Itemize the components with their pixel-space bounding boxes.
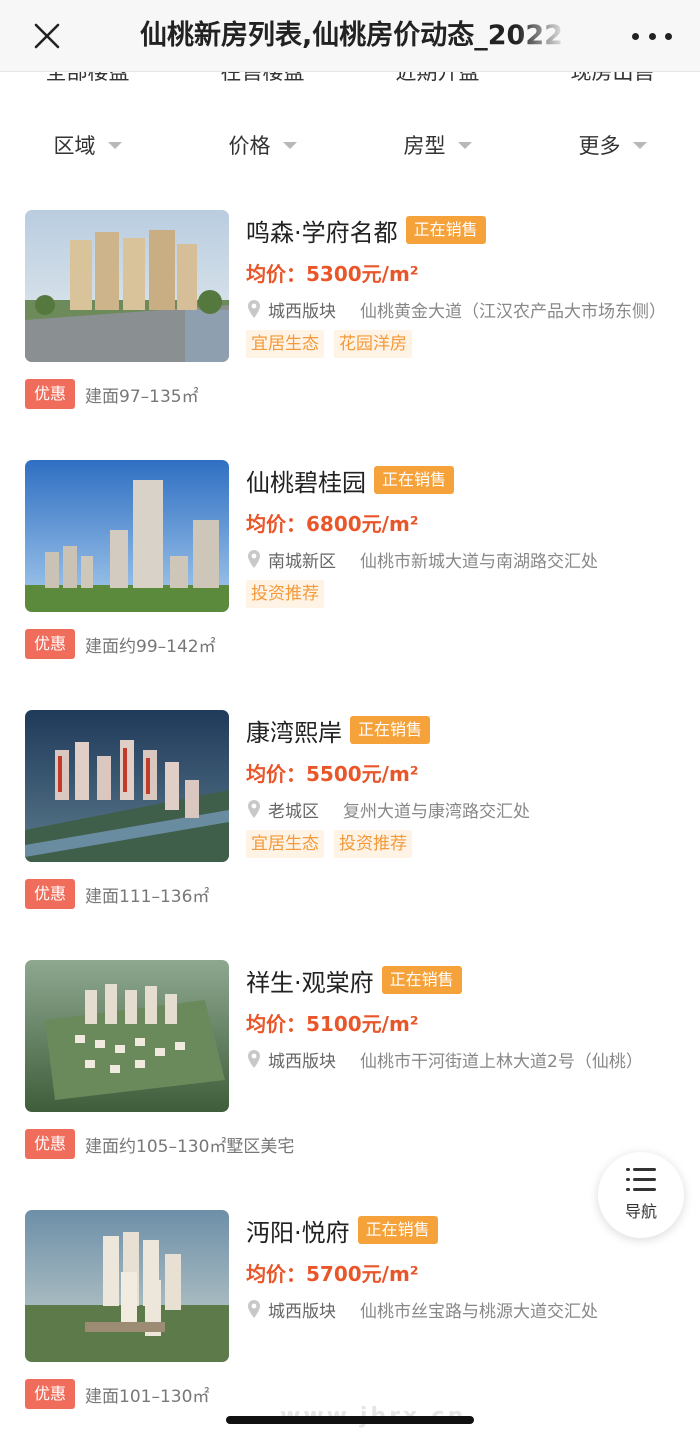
close-icon[interactable] bbox=[22, 14, 72, 58]
listing-area: 老城区 bbox=[268, 801, 319, 822]
location-pin-icon bbox=[248, 1300, 260, 1318]
promo-row: 优惠 建面97–135㎡ bbox=[25, 378, 199, 410]
listing-location: 城西版块 仙桃黄金大道（江汉农产品大市场东侧） bbox=[246, 296, 676, 322]
listing-area: 城西版块 bbox=[268, 301, 336, 322]
promo-badge: 优惠 bbox=[25, 1379, 76, 1409]
feature-tag: 投资推荐 bbox=[246, 580, 324, 608]
listing-tags: 宜居生态 投资推荐 bbox=[246, 830, 422, 858]
listing-name[interactable]: 鸣森·学府名都 bbox=[246, 213, 398, 248]
feature-tag: 投资推荐 bbox=[334, 830, 412, 858]
filter-label: 房型 bbox=[403, 134, 446, 158]
listing-address: 仙桃市干河街道上林大道2号（仙桃） bbox=[360, 1051, 643, 1072]
listing-price: 均价：5500元/m² bbox=[246, 762, 419, 786]
filter-label: 区域 bbox=[53, 134, 96, 158]
page-title: 仙桃新房列表,仙桃房价动态_2022 bbox=[140, 20, 563, 51]
location-pin-icon bbox=[248, 800, 260, 818]
status-badge: 正在销售 bbox=[357, 1216, 438, 1244]
listing-card[interactable]: 鸣森·学府名都 正在销售 均价：5300元/m² 城西版块 仙桃黄金大道（江汉农… bbox=[0, 210, 700, 460]
listing-tags: 投资推荐 bbox=[246, 580, 334, 608]
listing-price: 均价：5300元/m² bbox=[246, 262, 419, 286]
listing-address: 仙桃黄金大道（江汉农产品大市场东侧） bbox=[360, 301, 666, 322]
status-badge: 正在销售 bbox=[350, 716, 431, 744]
listing-location: 城西版块 仙桃市干河街道上林大道2号（仙桃） bbox=[246, 1046, 676, 1072]
status-badge: 正在销售 bbox=[405, 216, 486, 244]
filter-more[interactable]: 更多 bbox=[525, 120, 700, 170]
listing-image[interactable] bbox=[25, 460, 229, 612]
promo-row: 优惠 建面101–130㎡ bbox=[25, 1378, 209, 1410]
listing-card[interactable]: 仙桃碧桂园 正在销售 均价：6800元/m² 南城新区 仙桃市新城大道与南湖路交… bbox=[0, 460, 700, 710]
chevron-down-icon bbox=[457, 141, 472, 149]
listing-name[interactable]: 仙桃碧桂园 bbox=[246, 463, 366, 498]
promo-text: 建面101–130㎡ bbox=[85, 1386, 210, 1407]
listing-area: 城西版块 bbox=[268, 1301, 336, 1322]
more-icon[interactable] bbox=[632, 18, 672, 54]
feature-tag: 花园洋房 bbox=[334, 330, 412, 358]
promo-row: 优惠 建面约105–130㎡墅区美宅 bbox=[25, 1128, 294, 1160]
listing-image[interactable] bbox=[25, 210, 229, 362]
status-badge: 正在销售 bbox=[381, 966, 462, 994]
nav-button-label: 导航 bbox=[624, 1202, 657, 1221]
promo-text: 建面111–136㎡ bbox=[85, 886, 210, 907]
listing-image[interactable] bbox=[25, 960, 229, 1112]
listing-location: 老城区 复州大道与康湾路交汇处 bbox=[246, 796, 676, 822]
promo-text: 建面97–135㎡ bbox=[85, 386, 199, 407]
listing-location: 南城新区 仙桃市新城大道与南湖路交汇处 bbox=[246, 546, 676, 572]
feature-tag: 宜居生态 bbox=[246, 330, 324, 358]
promo-badge: 优惠 bbox=[25, 379, 76, 409]
listing-title-row: 仙桃碧桂园 正在销售 bbox=[246, 462, 455, 498]
listing-title-row: 沔阳·悦府 正在销售 bbox=[246, 1212, 438, 1248]
listing-price: 均价：6800元/m² bbox=[246, 512, 419, 536]
promo-row: 优惠 建面约99–142㎡ bbox=[25, 628, 216, 660]
promo-badge: 优惠 bbox=[25, 629, 76, 659]
listing-address: 仙桃市新城大道与南湖路交汇处 bbox=[360, 551, 598, 572]
listing-title-row: 鸣森·学府名都 正在销售 bbox=[246, 212, 486, 248]
listing-image[interactable] bbox=[25, 710, 229, 862]
home-indicator[interactable] bbox=[226, 1416, 474, 1424]
listing-card[interactable]: 康湾熙岸 正在销售 均价：5500元/m² 老城区 复州大道与康湾路交汇处 宜居… bbox=[0, 710, 700, 960]
promo-badge: 优惠 bbox=[25, 879, 76, 909]
listing-area: 城西版块 bbox=[268, 1051, 336, 1072]
status-badge: 正在销售 bbox=[374, 466, 455, 494]
promo-text: 建面约105–130㎡墅区美宅 bbox=[85, 1136, 295, 1157]
location-pin-icon bbox=[248, 1050, 260, 1068]
listing-image[interactable] bbox=[25, 1210, 229, 1362]
listing-title-row: 祥生·观棠府 正在销售 bbox=[246, 962, 462, 998]
listing-tags: 宜居生态 花园洋房 bbox=[246, 330, 422, 358]
listing-title-row: 康湾熙岸 正在销售 bbox=[246, 712, 431, 748]
listing-price: 均价：5700元/m² bbox=[246, 1262, 419, 1286]
chevron-down-icon bbox=[282, 141, 297, 149]
listing-location: 城西版块 仙桃市丝宝路与桃源大道交汇处 bbox=[246, 1296, 676, 1322]
location-pin-icon bbox=[248, 300, 260, 318]
feature-tag: 宜居生态 bbox=[246, 830, 324, 858]
location-pin-icon bbox=[248, 550, 260, 568]
filter-region[interactable]: 区域 bbox=[0, 120, 175, 170]
chevron-down-icon bbox=[107, 141, 122, 149]
listing-address: 仙桃市丝宝路与桃源大道交汇处 bbox=[360, 1301, 598, 1322]
listing-name[interactable]: 祥生·观棠府 bbox=[246, 963, 374, 998]
menu-icon bbox=[626, 1168, 656, 1192]
listing-name[interactable]: 康湾熙岸 bbox=[246, 713, 342, 748]
listing-name[interactable]: 沔阳·悦府 bbox=[246, 1213, 350, 1248]
listing-area: 南城新区 bbox=[268, 551, 336, 572]
listing-address: 复州大道与康湾路交汇处 bbox=[343, 801, 530, 822]
filter-bar: 区域 价格 房型 更多 bbox=[0, 120, 700, 170]
filter-label: 更多 bbox=[578, 134, 621, 158]
listing-card[interactable]: 祥生·观棠府 正在销售 均价：5100元/m² 城西版块 仙桃市干河街道上林大道… bbox=[0, 960, 700, 1210]
filter-price[interactable]: 价格 bbox=[175, 120, 350, 170]
top-bar: 仙桃新房列表,仙桃房价动态_2022 bbox=[0, 0, 700, 72]
filter-label: 价格 bbox=[228, 134, 271, 158]
chevron-down-icon bbox=[632, 141, 647, 149]
promo-row: 优惠 建面111–136㎡ bbox=[25, 878, 209, 910]
nav-button[interactable]: 导航 bbox=[598, 1152, 684, 1238]
listing-price: 均价：5100元/m² bbox=[246, 1012, 419, 1036]
promo-text: 建面约99–142㎡ bbox=[85, 636, 216, 657]
filter-layout[interactable]: 房型 bbox=[350, 120, 525, 170]
promo-badge: 优惠 bbox=[25, 1129, 76, 1159]
